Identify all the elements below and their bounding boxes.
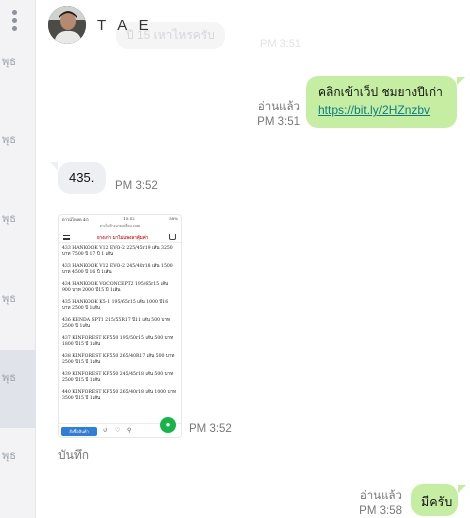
chat-list-sidebar: พุธ พุธ พุธ พุธ พุธ พุธ — [0, 0, 36, 518]
thumb-status-bar: ดาวน์โหลด 4G 15:52 58% — [59, 215, 181, 223]
chat-list-day: พุธ — [2, 293, 16, 305]
thumb-line: 434 HANKOOK VOCONCEPT2 195/65r15 เส้น 90… — [62, 282, 169, 293]
chat-header: T A E — [36, 0, 470, 50]
menu-icon — [63, 235, 70, 240]
message-time: PM 3:51 — [257, 116, 300, 128]
outgoing-message-bubble: คลิกเข้าเว็ป ชมยางปีเก่า https://bit.ly/… — [306, 76, 457, 128]
thumb-line: 435 HANKOOK K5-1 195/65r15 เส้น 1000 ปี1… — [62, 300, 169, 311]
thumb-url: ยางไม่ล้างนายเปลี่ยน.com — [99, 224, 141, 228]
contact-name[interactable]: T A E — [97, 17, 153, 34]
message-time: PM 3:58 — [359, 505, 402, 517]
avatar[interactable] — [48, 6, 86, 44]
thumb-line: 433 HANKOOK V12 EVO-2 225/45r19 เส้น 325… — [62, 246, 173, 257]
thumb-status-right: 58% — [169, 216, 178, 221]
thumb-line: 437 KINFOREST KF550 195/50r15 เส้น 500 บ… — [62, 336, 174, 347]
read-status: อ่านแล้ว — [359, 490, 402, 502]
message-text: มีครับ — [421, 495, 453, 509]
message-time: PM 3:52 — [115, 180, 158, 192]
thumb-brand: ยางเก่า มาไม่แพงลาคุ้มค่า — [97, 236, 149, 241]
read-status: อ่านแล้ว — [257, 101, 300, 113]
heart-icon: ♡ — [115, 427, 121, 434]
chat-list-item[interactable]: พุธ — [0, 20, 36, 98]
incoming-message-bubble: 435. — [58, 162, 106, 194]
message-text: 435. — [69, 170, 95, 185]
chat-list-day: พุธ — [2, 56, 16, 68]
chat-list-item[interactable]: พุธ — [0, 256, 36, 334]
save-image-link[interactable]: บันทึก — [58, 446, 89, 465]
chat-list-day: พุธ — [2, 372, 16, 384]
thumb-navbar: ยางเก่า มาไม่แพงลาคุ้มค่า — [59, 232, 181, 243]
thumb-line: 438 KINFOREST KF550 265/40R17 เส้น 500 บ… — [62, 354, 175, 365]
chat-panel: ปี 15 เหาไหรครับ PM 3:51 T A E คลิกเข้าเ… — [36, 0, 470, 518]
chat-bubble-icon[interactable]: ● — [160, 417, 176, 433]
cart-icon — [169, 234, 176, 240]
read-receipt: อ่านแล้ว PM 3:51 — [230, 100, 300, 130]
thumb-buy-button: สั่งซื้อสินค้า — [61, 427, 97, 436]
message-time: PM 3:52 — [189, 423, 232, 435]
thumb-line: 439 KINFOREST KF550 245/45r18 เส้น 500 บ… — [62, 372, 174, 383]
chat-list-day: พุธ — [2, 213, 16, 225]
thumb-status-center: 15:52 — [123, 216, 135, 221]
thumb-line: 440 KINFOREST KF550 265/40r18 เส้น 1000 … — [62, 390, 177, 401]
thumb-line: 433 HANKOOK V12 EVO-2 245/40r18 เส้น 150… — [62, 264, 173, 275]
bubble-tail — [50, 162, 58, 170]
chat-list-item[interactable]: พุธ — [0, 176, 36, 254]
read-receipt: อ่านแล้ว PM 3:58 — [332, 489, 402, 518]
search-icon: ⚲ — [127, 427, 132, 434]
message-text: คลิกเข้าเว็ป ชมยางปีเก่า — [318, 85, 443, 99]
chat-list-item-active[interactable]: พุธ — [0, 350, 36, 428]
image-message[interactable]: ดาวน์โหลด 4G 15:52 58% ยางไม่ล้างนายเปลี… — [58, 214, 182, 438]
message-link[interactable]: https://bit.ly/2HZnzbv — [318, 101, 445, 119]
bubble-tail — [458, 485, 466, 493]
bubble-tail — [457, 77, 465, 85]
chat-list-day: พุธ — [2, 450, 16, 462]
chat-list-item[interactable]: พุธ — [0, 428, 36, 506]
chat-list-item[interactable]: พุธ — [0, 98, 36, 176]
share-icon: ↺ — [103, 427, 109, 434]
chat-list-day: พุธ — [2, 134, 16, 146]
thumb-status-left: ดาวน์โหลด 4G — [62, 217, 89, 222]
outgoing-message-bubble: มีครับ — [411, 484, 458, 516]
thumb-line: 436 KENDA SPT1 215/55R17 ปี11 เส้น 500 บ… — [62, 318, 171, 329]
